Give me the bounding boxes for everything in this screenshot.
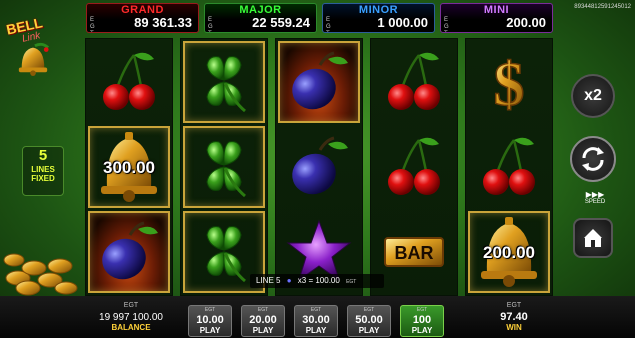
jackpot-minor: MINOR EGT 1 000.00 xyxy=(322,3,435,33)
jackpot-major-value: 22 559.24 xyxy=(252,15,310,30)
symbol-plum xyxy=(278,41,360,123)
lines-fixed-indicator: 5 LINES FIXED xyxy=(22,146,64,196)
bet-button-100[interactable]: EGT 100 PLAY xyxy=(400,305,444,337)
jackpot-bar: GRAND EGT 89 361.33 MAJOR EGT 22 559.24 … xyxy=(86,0,556,34)
symbol-dollar: $ xyxy=(468,41,550,123)
bet-play-label: PLAY xyxy=(411,326,433,335)
spin-button[interactable] xyxy=(570,136,616,182)
bet-egt: EGT xyxy=(257,307,269,313)
line-egt: EGT xyxy=(346,279,357,285)
jackpot-mini-egt: EGT xyxy=(444,17,449,32)
speed-control[interactable]: ▶▶▶ SPEED xyxy=(575,190,615,205)
bell-value: 200.00 xyxy=(483,243,535,262)
jackpot-mini-value: 200.00 xyxy=(506,15,546,30)
jackpot-major: MAJOR EGT 22 559.24 xyxy=(204,3,317,33)
cherries-icon xyxy=(388,52,440,110)
clover-icon xyxy=(206,226,246,283)
reel-3 xyxy=(275,38,363,296)
cherries-icon xyxy=(103,52,155,110)
lines-count: 5 xyxy=(38,147,48,164)
svg-text:BAR: BAR xyxy=(395,243,434,263)
bet-value: 10.00 xyxy=(196,314,224,326)
home-button[interactable] xyxy=(573,218,613,258)
line-multiplier: x3 = 100.00 xyxy=(297,276,340,285)
bet-value: 50.00 xyxy=(355,314,383,326)
jackpot-mini: MINI EGT 200.00 xyxy=(440,3,553,33)
bet-button-20[interactable]: EGT 20.00 PLAY xyxy=(241,305,285,337)
jackpot-grand-value: 89 361.33 xyxy=(134,15,192,30)
symbol-plum xyxy=(88,211,170,293)
clover-icon xyxy=(206,56,246,113)
plum-icon xyxy=(102,221,158,280)
bet-play-label: PLAY xyxy=(358,326,380,335)
bar-icon: BAR xyxy=(384,237,444,267)
win-display: EGT 97.40 WIN xyxy=(486,302,542,332)
balance-label: BALANCE xyxy=(111,323,151,332)
speed-label: SPEED xyxy=(584,199,606,205)
symbol-cherries xyxy=(373,126,455,208)
plum-icon xyxy=(292,51,348,110)
bet-egt: EGT xyxy=(310,307,322,313)
bet-play-label: PLAY xyxy=(199,326,221,335)
bell-value: 300.00 xyxy=(103,158,155,177)
jackpot-grand: GRAND EGT 89 361.33 xyxy=(86,3,199,33)
game-id: 89344812591245012 xyxy=(574,4,631,10)
symbol-clover xyxy=(183,126,265,208)
jackpot-grand-egt: EGT xyxy=(90,17,95,32)
symbol-bar: BAR xyxy=(373,211,455,293)
line-win-info: LINE 5 ● x3 = 100.00 EGT xyxy=(250,274,384,288)
dollar-icon: $ xyxy=(493,50,526,117)
jackpot-minor-egt: EGT xyxy=(326,17,331,32)
bet-value: 30.00 xyxy=(302,314,330,326)
bet-play-label: PLAY xyxy=(252,326,274,335)
reel-4: BAR xyxy=(370,38,458,296)
bet-value: 20.00 xyxy=(249,314,277,326)
svg-text:$: $ xyxy=(494,51,525,117)
bet-egt: EGT xyxy=(363,307,375,313)
game-logo: BELL Link xyxy=(4,4,82,84)
fast-forward-icon: ▶▶▶ xyxy=(585,190,605,199)
balance-display: EGT 19 997 100.00 BALANCE xyxy=(96,302,166,332)
multiplier-label: x2 xyxy=(584,87,602,104)
symbol-cherries xyxy=(88,41,170,123)
bet-button-50[interactable]: EGT 50.00 PLAY xyxy=(347,305,391,337)
lines-label: LINES xyxy=(31,165,55,174)
jackpot-minor-value: 1 000.00 xyxy=(377,15,428,30)
balance-egt: EGT xyxy=(123,302,139,309)
symbol-cherries xyxy=(373,41,455,123)
clover-icon xyxy=(206,141,246,198)
line-number: LINE 5 xyxy=(256,276,281,285)
bet-button-10[interactable]: EGT 10.00 PLAY xyxy=(188,305,232,337)
symbol-clover xyxy=(183,41,265,123)
cherries-icon xyxy=(483,137,535,195)
refresh-icon xyxy=(582,147,604,171)
multiplier-button[interactable]: x2 xyxy=(571,74,615,118)
symbol-bell: 200.00 xyxy=(468,211,550,293)
win-value: 97.40 xyxy=(500,311,528,323)
bell-icon xyxy=(18,42,50,76)
bet-value: 100 xyxy=(412,314,432,326)
jackpot-major-egt: EGT xyxy=(208,17,213,32)
symbol-plum xyxy=(278,126,360,208)
symbol-cherries xyxy=(468,126,550,208)
reel-2 xyxy=(180,38,268,296)
plum-icon xyxy=(292,136,348,195)
fixed-label: FIXED xyxy=(31,174,55,183)
reel-1: 300.00 xyxy=(85,38,173,296)
plum-mini-icon: ● xyxy=(286,276,292,285)
bet-button-30[interactable]: EGT 30.00 PLAY xyxy=(294,305,338,337)
bet-egt: EGT xyxy=(204,307,216,313)
bet-play-label: PLAY xyxy=(305,326,327,335)
home-icon xyxy=(584,229,602,247)
reel-area: 300.00 BAR $ 200.00 xyxy=(84,38,553,296)
gold-coins-icon xyxy=(3,253,78,296)
win-label: WIN xyxy=(506,323,522,332)
win-egt: EGT xyxy=(506,302,522,309)
reel-5: $ 200.00 xyxy=(465,38,553,296)
bet-egt: EGT xyxy=(416,307,428,313)
cherries-icon xyxy=(388,137,440,195)
balance-value: 19 997 100.00 xyxy=(99,312,163,323)
symbol-bell: 300.00 xyxy=(88,126,170,208)
